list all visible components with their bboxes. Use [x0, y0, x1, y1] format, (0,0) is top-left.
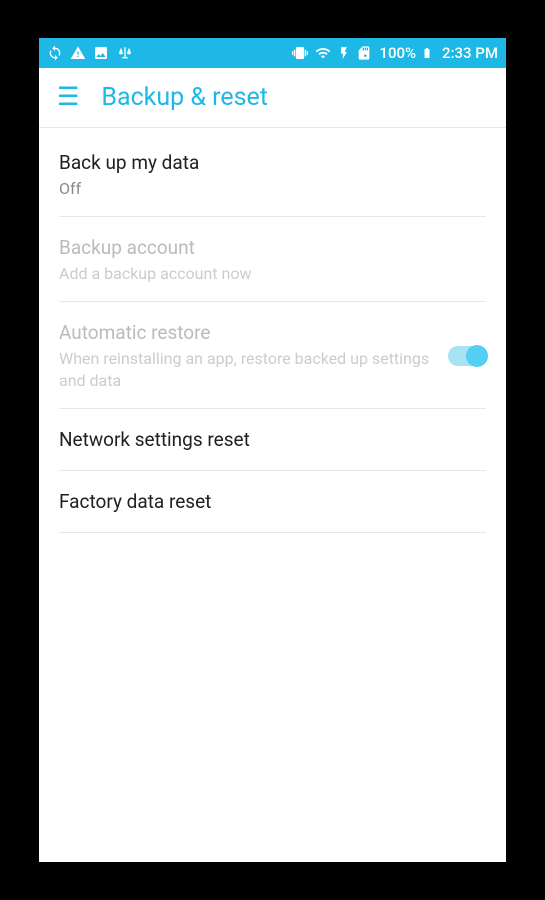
data-icon	[337, 45, 351, 61]
sync-icon	[47, 45, 63, 61]
clock-time: 2:33 PM	[442, 44, 498, 62]
status-bar: 100% 2:33 PM	[39, 38, 506, 68]
battery-icon	[421, 45, 433, 61]
hamburger-menu-icon[interactable]: ☰	[57, 85, 79, 110]
status-bar-right: 100% 2:33 PM	[291, 44, 498, 62]
setting-network-reset[interactable]: Network settings reset	[59, 409, 486, 471]
setting-subtitle: When reinstalling an app, restore backed…	[59, 348, 434, 391]
setting-title: Automatic restore	[59, 320, 434, 346]
balance-icon	[116, 45, 134, 61]
setting-backup-my-data[interactable]: Back up my data Off	[59, 128, 486, 217]
setting-title: Network settings reset	[59, 427, 486, 453]
wifi-icon	[314, 45, 332, 61]
device-frame: 100% 2:33 PM ☰ Backup & reset Back up my…	[39, 38, 506, 862]
app-header: ☰ Backup & reset	[39, 68, 506, 128]
status-bar-left	[47, 45, 134, 61]
setting-backup-account: Backup account Add a backup account now	[59, 217, 486, 302]
setting-title: Backup account	[59, 235, 486, 261]
vibrate-icon	[291, 45, 309, 61]
image-icon	[93, 45, 109, 61]
settings-list: Back up my data Off Backup account Add a…	[39, 128, 506, 862]
warning-icon	[70, 45, 86, 61]
setting-subtitle: Add a backup account now	[59, 263, 486, 285]
setting-title: Back up my data	[59, 150, 486, 176]
battery-percentage: 100%	[379, 44, 416, 62]
setting-title: Factory data reset	[59, 489, 486, 515]
automatic-restore-toggle	[448, 346, 486, 366]
sd-card-icon	[356, 45, 372, 61]
setting-subtitle: Off	[59, 178, 486, 200]
setting-automatic-restore: Automatic restore When reinstalling an a…	[59, 302, 486, 409]
page-title: Backup & reset	[101, 83, 268, 112]
setting-factory-reset[interactable]: Factory data reset	[59, 471, 486, 533]
